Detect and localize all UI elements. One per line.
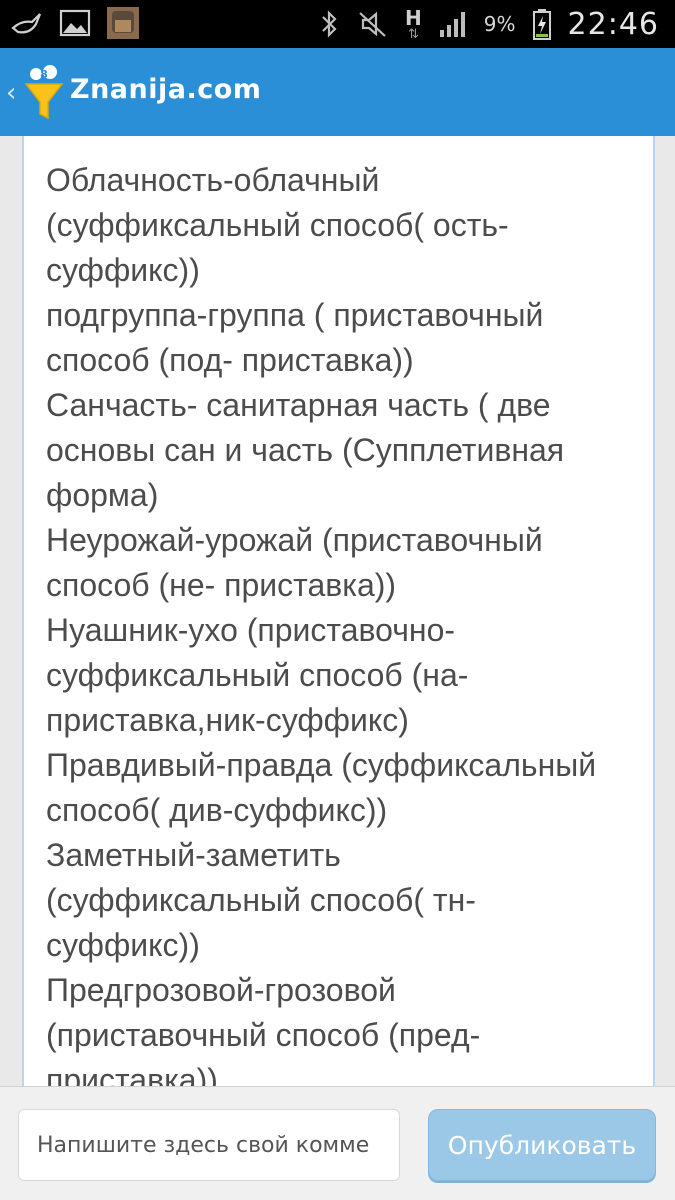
app-thumbnail-icon	[106, 6, 140, 40]
answer-scroll-area[interactable]: Облачность-облачный (суффиксальный спосо…	[0, 136, 675, 1086]
answer-line: основы сан и часть (Супплетивная	[46, 432, 565, 468]
back-chevron-icon[interactable]: ‹	[6, 78, 16, 108]
app-title[interactable]: Znanija.com	[70, 74, 261, 105]
answer-line: Неурожай-урожай (приставочный	[46, 522, 543, 558]
status-bar-notifications	[10, 6, 140, 40]
answer-line: Заметный-заметить	[46, 837, 341, 873]
svg-text:8: 8	[40, 68, 48, 81]
answer-text: Облачность-облачный (суффиксальный спосо…	[46, 158, 646, 1086]
network-h-icon: H ⇅	[405, 5, 422, 42]
swift-bird-icon	[10, 6, 44, 40]
answer-line: приставка))	[46, 1062, 218, 1086]
answer-line: (суффиксальный способ( тн-	[46, 882, 476, 918]
answer-line: Санчасть- санитарная часть ( две	[46, 387, 551, 423]
battery-icon	[532, 8, 552, 40]
app-bar: ‹ 8 Znanija.com	[0, 48, 675, 136]
answer-card: Облачность-облачный (суффиксальный спосо…	[22, 136, 655, 1086]
answer-line: способ( див-суффикс))	[46, 792, 388, 828]
znanija-logo-icon[interactable]: 8	[20, 62, 68, 122]
answer-line: суффикс))	[46, 252, 200, 288]
answer-line: Предгрозовой-грозовой	[46, 972, 396, 1008]
answer-line: приставка,ник-суффикс)	[46, 702, 409, 738]
comment-bar: Опубликовать	[0, 1086, 675, 1200]
answer-line: способ (не- приставка))	[46, 567, 397, 603]
publish-button[interactable]: Опубликовать	[428, 1109, 656, 1181]
battery-percent: 9%	[483, 12, 516, 36]
gallery-icon	[58, 6, 92, 40]
comment-input[interactable]	[18, 1109, 400, 1181]
status-bar-system: H ⇅ 9% 22:46	[319, 0, 659, 48]
status-bar: H ⇅ 9% 22:46	[0, 0, 675, 48]
answer-line: Правдивый-правда (суффиксальный	[46, 747, 597, 783]
answer-line: форма)	[46, 477, 159, 513]
answer-line: способ (под- приставка))	[46, 342, 414, 378]
answer-line: подгруппа-группа ( приставочный	[46, 297, 544, 333]
answer-line: Облачность-облачный	[46, 162, 380, 198]
answer-line: Нуашник-ухо (приставочно-	[46, 612, 456, 648]
bluetooth-icon	[319, 9, 341, 39]
signal-icon	[438, 10, 468, 38]
answer-line: (приставочный способ (пред-	[46, 1017, 481, 1053]
mute-icon	[357, 9, 389, 39]
status-clock: 22:46	[567, 6, 659, 42]
network-type-label: H	[405, 5, 422, 30]
answer-line: (суффиксальный способ( ость-	[46, 207, 509, 243]
answer-line: суффиксальный способ (на-	[46, 657, 469, 693]
answer-line: суффикс))	[46, 927, 200, 963]
